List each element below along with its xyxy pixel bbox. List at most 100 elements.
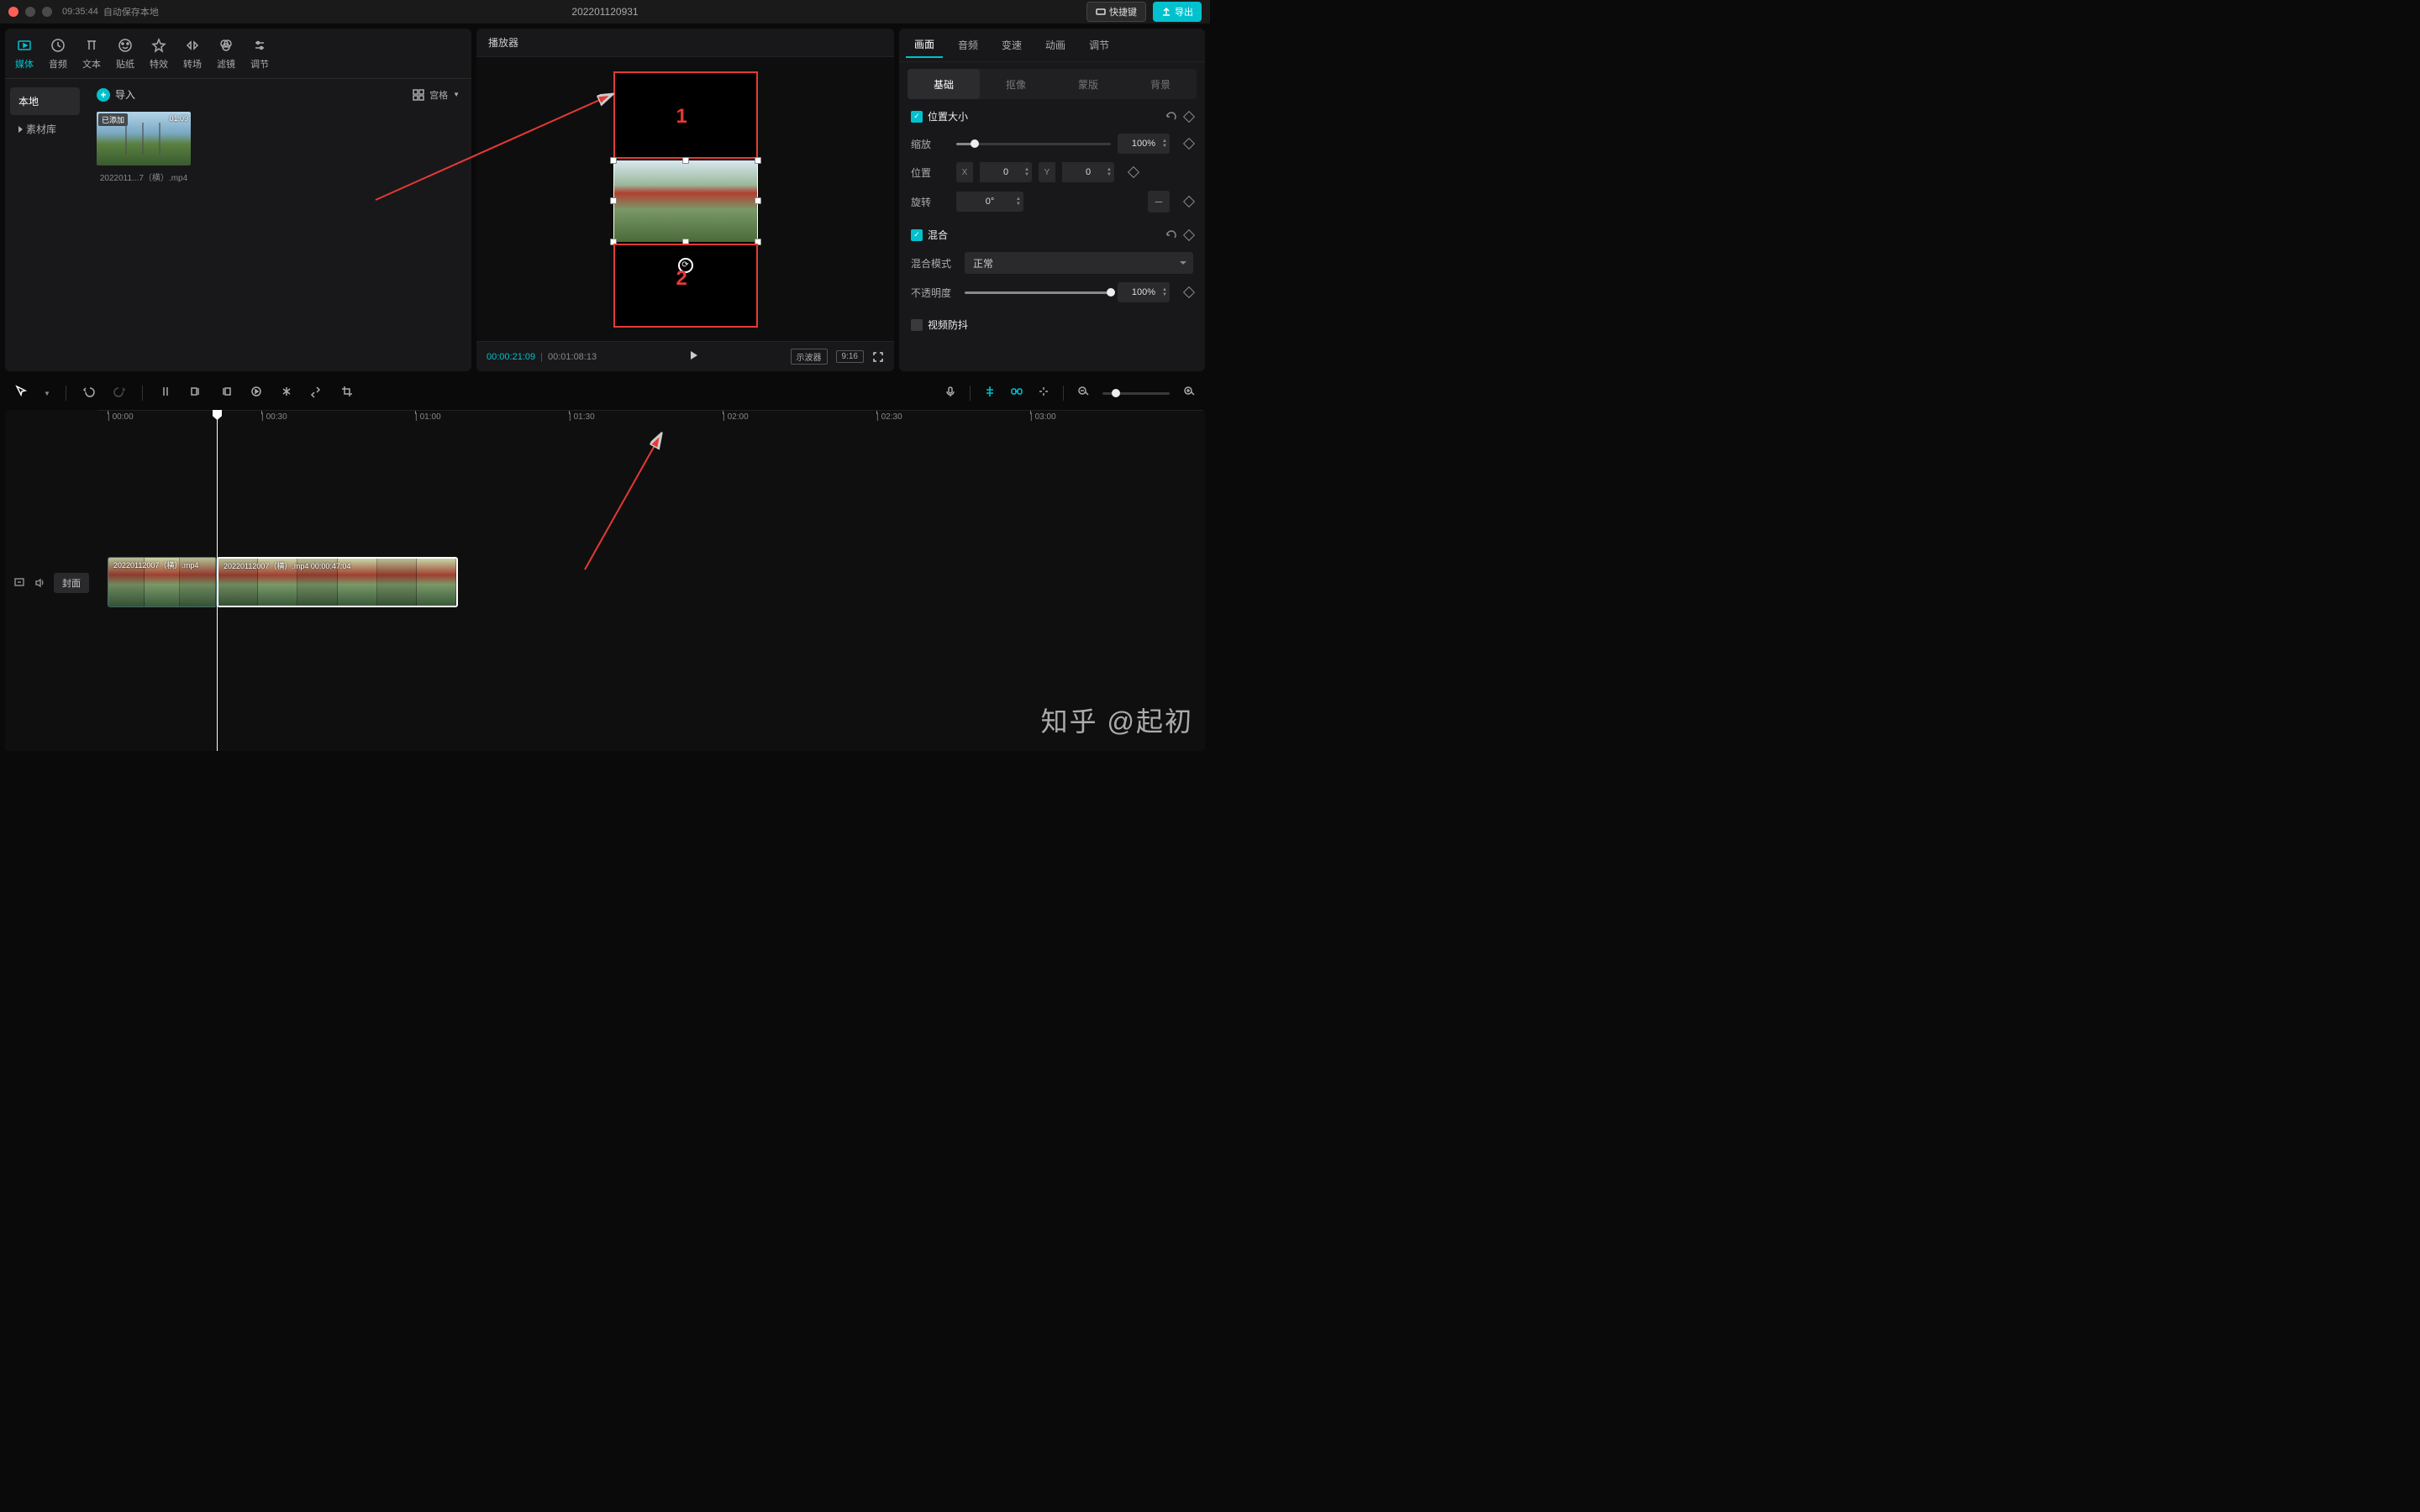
opacity-value[interactable]: 100%▲▼: [1118, 282, 1170, 302]
project-title: 202201120931: [571, 6, 638, 18]
timeline-panel: ▼ |00:00 |00:30 |01:00 |01:30 |: [0, 376, 1210, 756]
scale-keyframe-icon[interactable]: [1183, 138, 1195, 150]
scale-value[interactable]: 100%▲▼: [1118, 134, 1170, 154]
tab-animation[interactable]: 动画: [1037, 33, 1074, 57]
timeline-body[interactable]: |00:00 |00:30 |01:00 |01:30 |02:00 |02:3…: [5, 410, 1205, 751]
tab-text[interactable]: 文本: [82, 37, 101, 71]
opacity-label: 不透明度: [911, 286, 958, 300]
link-icon[interactable]: [1009, 385, 1024, 402]
effect-icon: [150, 37, 167, 54]
import-button[interactable]: + 导入: [97, 87, 135, 102]
preview-icon[interactable]: [1036, 385, 1051, 402]
position-y-input[interactable]: 0▲▼: [1062, 162, 1114, 182]
tab-adjust[interactable]: 调节: [250, 37, 269, 71]
subtab-background[interactable]: 背景: [1124, 69, 1197, 99]
timeline-clip-2[interactable]: 20220112007（横）.mp4 00:00:47:04: [217, 557, 458, 607]
player-canvas[interactable]: 1 2: [613, 71, 758, 328]
subtab-cutout[interactable]: 抠像: [980, 69, 1052, 99]
media-tabs: 媒体 音频 文本 贴纸 特效 转场: [5, 29, 471, 79]
rotate-keyframe-icon[interactable]: [1183, 196, 1195, 207]
timeline-clip-1[interactable]: 20220112007（横）.mp4: [108, 557, 217, 607]
mirror-tool[interactable]: [279, 385, 294, 402]
titlebar: 09:35:44 自动保存本地 202201120931 快捷键 导出: [0, 0, 1210, 24]
close-window-icon[interactable]: [8, 7, 18, 17]
tab-sticker[interactable]: 贴纸: [116, 37, 134, 71]
maximize-window-icon[interactable]: [42, 7, 52, 17]
scope-button[interactable]: 示波器: [791, 349, 828, 365]
scale-label: 缩放: [911, 137, 950, 151]
player-viewport[interactable]: 1 2: [476, 57, 894, 341]
zoom-slider[interactable]: [1102, 392, 1170, 395]
mirror-button[interactable]: －: [1148, 191, 1170, 213]
plus-icon: +: [97, 88, 110, 102]
opacity-slider[interactable]: [965, 291, 1111, 294]
tab-audio[interactable]: 音频: [49, 37, 67, 71]
transition-icon: [184, 37, 201, 54]
export-button[interactable]: 导出: [1153, 2, 1202, 22]
view-mode-toggle[interactable]: 宫格 ▼: [413, 88, 460, 102]
timeline-toolbar: ▼: [5, 376, 1205, 410]
annotation-arrow-2: [492, 427, 677, 578]
shortcuts-label: 快捷键: [1109, 5, 1137, 18]
pos-size-checkbox[interactable]: ✓: [911, 111, 923, 123]
delete-right-tool[interactable]: [218, 385, 234, 402]
tab-filter[interactable]: 滤镜: [217, 37, 235, 71]
tab-audio-insp[interactable]: 音频: [950, 33, 986, 57]
tab-transition[interactable]: 转场: [183, 37, 202, 71]
play-button[interactable]: [687, 349, 699, 364]
fullscreen-icon[interactable]: [872, 351, 884, 363]
tab-effect[interactable]: 特效: [150, 37, 168, 71]
tab-adjust-insp[interactable]: 调节: [1081, 33, 1118, 57]
freeze-tool[interactable]: [249, 385, 264, 402]
rotate-tool[interactable]: [309, 385, 324, 402]
track-expand-icon[interactable]: [13, 576, 25, 591]
stabilize-checkbox[interactable]: [911, 319, 923, 331]
annotation-label-1: 1: [676, 105, 687, 129]
blend-mode-select[interactable]: 正常: [965, 252, 1193, 274]
media-panel: 媒体 音频 文本 贴纸 特效 转场: [5, 29, 471, 371]
zoom-in-icon[interactable]: [1181, 385, 1197, 402]
pointer-tool[interactable]: [13, 385, 29, 402]
track-mute-icon[interactable]: [34, 576, 45, 591]
media-sidebar: 本地 素材库: [5, 79, 85, 371]
redo-button[interactable]: [112, 385, 127, 402]
sticker-icon: [117, 37, 134, 54]
video-frame[interactable]: [613, 160, 758, 242]
blend-checkbox[interactable]: ✓: [911, 229, 923, 241]
opacity-keyframe-icon[interactable]: [1183, 286, 1195, 298]
reset-icon[interactable]: [1165, 111, 1176, 123]
auto-snap-icon[interactable]: [982, 385, 997, 402]
keyframe-icon[interactable]: [1183, 110, 1195, 122]
shortcuts-button[interactable]: 快捷键: [1086, 2, 1146, 22]
blend-keyframe-icon[interactable]: [1183, 228, 1195, 240]
position-keyframe-icon[interactable]: [1128, 166, 1139, 178]
media-icon: [16, 37, 33, 54]
subtab-mask[interactable]: 蒙版: [1052, 69, 1124, 99]
player-title: 播放器: [476, 29, 894, 57]
crop-tool[interactable]: [339, 385, 355, 402]
tab-speed[interactable]: 变速: [993, 33, 1030, 57]
blend-reset-icon[interactable]: [1165, 229, 1176, 241]
grid-icon: [413, 89, 424, 101]
import-label: 导入: [115, 87, 135, 102]
minimize-window-icon[interactable]: [25, 7, 35, 17]
aspect-ratio-button[interactable]: 9:16: [836, 350, 864, 363]
sidebar-local[interactable]: 本地: [10, 87, 80, 115]
delete-left-tool[interactable]: [188, 385, 203, 402]
text-icon: [83, 37, 100, 54]
rotate-value[interactable]: 0°▲▼: [956, 192, 1023, 212]
x-label: X: [956, 162, 973, 182]
split-tool[interactable]: [158, 385, 173, 402]
tab-picture[interactable]: 画面: [906, 32, 943, 58]
sidebar-library[interactable]: 素材库: [10, 115, 80, 143]
position-x-input[interactable]: 0▲▼: [980, 162, 1032, 182]
zoom-out-icon[interactable]: [1076, 385, 1091, 402]
media-clip-item[interactable]: 已添加 01:09 2022011...7（横）.mp4: [97, 112, 191, 183]
mic-icon[interactable]: [943, 385, 958, 402]
scale-slider[interactable]: [956, 143, 1111, 145]
undo-button[interactable]: [82, 385, 97, 402]
playhead[interactable]: [217, 410, 218, 751]
subtab-basic[interactable]: 基础: [908, 69, 980, 99]
tab-media[interactable]: 媒体: [15, 37, 34, 71]
cover-button[interactable]: 封面: [54, 573, 89, 593]
